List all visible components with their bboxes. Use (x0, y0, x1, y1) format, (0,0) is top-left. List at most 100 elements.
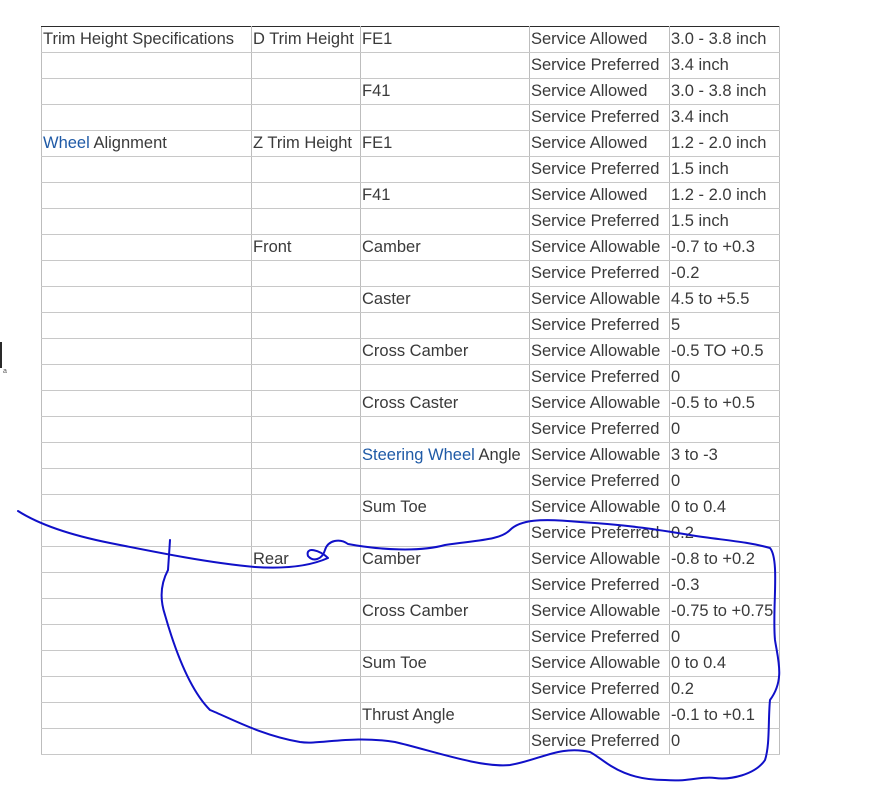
cell-text: 3.0 - 3.8 inch (671, 30, 767, 48)
spec-group-cell: Rear (251, 546, 361, 573)
cell-text: Camber (362, 550, 421, 568)
spec-category-cell (41, 260, 252, 287)
spec-item-cell: F41 (360, 182, 530, 209)
spec-value-cell: -0.7 to +0.3 (669, 234, 780, 261)
cell-text: 0 (671, 420, 681, 438)
spec-item-cell (360, 416, 530, 443)
spec-value-cell: -0.8 to +0.2 (669, 546, 780, 573)
cell-text: -0.5 TO +0.5 (671, 342, 764, 360)
spec-item-cell (360, 104, 530, 131)
spec-item-cell (360, 676, 530, 703)
spec-category-cell (41, 650, 252, 677)
cell-text: 3 to -3 (671, 446, 718, 464)
spec-group-cell (251, 312, 361, 339)
spec-type-cell: Service Preferred (529, 156, 670, 183)
table-row: Service Preferred 1.5 inch (41, 208, 780, 235)
spec-item-cell: FE1 (360, 26, 530, 53)
cell-text: Service Preferred (531, 56, 660, 74)
spec-category-cell (41, 78, 252, 105)
spec-value-cell: 3.0 - 3.8 inch (669, 78, 780, 105)
spec-category-cell: Wheel Alignment (41, 130, 252, 157)
spec-type-cell: Service Allowable (529, 442, 670, 469)
cell-text: Service Allowable (531, 446, 661, 464)
cell-text: 0 (671, 628, 681, 646)
spec-value-cell: 0 (669, 364, 780, 391)
cell-text: 1.5 inch (671, 212, 729, 230)
spec-category-cell (41, 572, 252, 599)
spec-group-cell (251, 338, 361, 365)
table-row: F41 Service Allowed 1.2 - 2.0 inch (41, 182, 780, 209)
spec-category-cell (41, 312, 252, 339)
spec-type-cell: Service Preferred (529, 520, 670, 547)
cell-text: 0 (671, 368, 681, 386)
spec-item-cell: Sum Toe (360, 494, 530, 521)
spec-category-cell (41, 416, 252, 443)
spec-type-cell: Service Allowable (529, 494, 670, 521)
spec-category-cell (41, 520, 252, 547)
spec-type-cell: Service Preferred (529, 52, 670, 79)
spec-item-cell (360, 312, 530, 339)
cell-text: 0.2 (671, 680, 694, 698)
table-row: Rear Camber Service Allowable -0.8 to +0.2 (41, 546, 780, 573)
cell-text: Sum Toe (362, 654, 427, 672)
spec-category-cell (41, 598, 252, 625)
cell-text: FE1 (362, 30, 393, 48)
spec-value-cell: 1.5 inch (669, 156, 780, 183)
spec-item-cell: Steering Wheel Angle (360, 442, 530, 469)
table-row: F41 Service Allowed 3.0 - 3.8 inch (41, 78, 780, 105)
spec-category-cell (41, 104, 252, 131)
table-row: Front Camber Service Allowable -0.7 to +0.3 (41, 234, 780, 261)
spec-category-cell (41, 286, 252, 313)
spec-value-cell: 1.2 - 2.0 inch (669, 182, 780, 209)
cell-text: FE1 (362, 134, 393, 152)
spec-category-cell (41, 442, 252, 469)
table-row: Service Preferred 3.4 inch (41, 104, 780, 131)
cell-text: Service Allowed (531, 186, 648, 204)
cell-text: Cross Camber (362, 342, 469, 360)
cell-text: 4.5 to +5.5 (671, 290, 750, 308)
cell-text: Caster (362, 290, 411, 308)
spec-item-cell: F41 (360, 78, 530, 105)
glossary-link[interactable]: Wheel (43, 134, 90, 152)
cell-text: 3.4 inch (671, 108, 729, 126)
cell-text: Service Preferred (531, 524, 660, 542)
spec-category-cell (41, 156, 252, 183)
cell-text: 0 (671, 472, 681, 490)
cell-text: Sum Toe (362, 498, 427, 516)
spec-category-cell (41, 494, 252, 521)
cell-text: -0.1 to +0.1 (671, 706, 755, 724)
spec-item-cell: Cross Caster (360, 390, 530, 417)
table-row: Cross Caster Service Allowable -0.5 to +0.… (41, 390, 780, 417)
spec-value-cell: 3.4 inch (669, 52, 780, 79)
spec-item-cell (360, 728, 530, 755)
spec-value-cell: 0.2 (669, 676, 780, 703)
spec-group-cell (251, 416, 361, 443)
table-row: Service Preferred 0 (41, 364, 780, 391)
spec-type-cell: Service Allowable (529, 234, 670, 261)
cell-text: Service Allowable (531, 654, 661, 672)
cell-text: 0.2 (671, 524, 694, 542)
table-row: Caster Service Allowable 4.5 to +5.5 (41, 286, 780, 313)
cell-text: -0.7 to +0.3 (671, 238, 755, 256)
spec-item-cell: Camber (360, 234, 530, 261)
spec-category-cell (41, 364, 252, 391)
cell-text: -0.2 (671, 264, 700, 282)
cell-text: D Trim Height (253, 30, 354, 48)
spec-group-cell (251, 104, 361, 131)
table-row: Cross Camber Service Allowable -0.5 TO +0.… (41, 338, 780, 365)
cell-text: 1.2 - 2.0 inch (671, 134, 767, 152)
spec-category-cell (41, 676, 252, 703)
cell-text: 3.0 - 3.8 inch (671, 82, 767, 100)
glossary-link[interactable]: Steering Wheel (362, 446, 475, 464)
table-row: Service Preferred 0.2 (41, 520, 780, 547)
spec-value-cell: 0 to 0.4 (669, 650, 780, 677)
cell-text: Front (253, 238, 292, 256)
spec-group-cell (251, 286, 361, 313)
table-row: Sum Toe Service Allowable 0 to 0.4 (41, 650, 780, 677)
spec-type-cell: Service Preferred (529, 364, 670, 391)
table-row: Wheel Alignment Z Trim Height FE1 Service A… (41, 130, 780, 157)
spec-value-cell: -0.5 TO +0.5 (669, 338, 780, 365)
spec-value-cell: -0.75 to +0.75 (669, 598, 780, 625)
spec-type-cell: Service Preferred (529, 676, 670, 703)
cell-text: Service Preferred (531, 368, 660, 386)
